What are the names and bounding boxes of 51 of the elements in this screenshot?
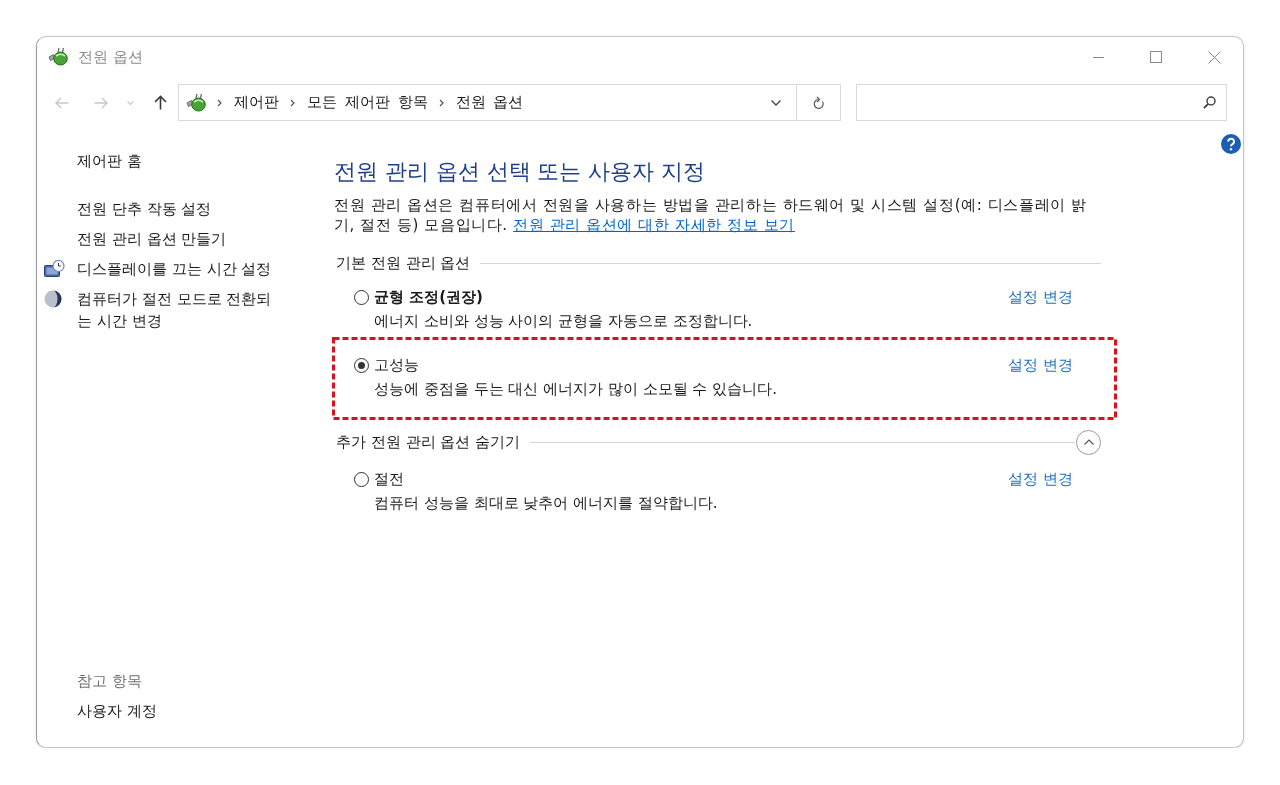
maximize-icon bbox=[1150, 51, 1162, 63]
change-settings-link[interactable]: 설정 변경 bbox=[1008, 287, 1073, 307]
plug-icon bbox=[48, 47, 68, 67]
sidebar-link[interactable]: 사용자 계정 bbox=[77, 700, 157, 722]
plan-name[interactable]: 고성능 bbox=[374, 355, 419, 375]
search-field[interactable] bbox=[856, 84, 1227, 121]
help-icon[interactable] bbox=[1221, 134, 1241, 154]
plan-description: 컴퓨터 성능을 최대로 낮추어 에너지를 절약합니다. bbox=[374, 493, 718, 513]
forward-arrow-icon bbox=[94, 96, 108, 109]
back-arrow-icon bbox=[55, 96, 69, 109]
chevron-right-icon bbox=[438, 98, 444, 107]
close-icon bbox=[1207, 50, 1221, 64]
window-title: 전원 옵션 bbox=[78, 47, 143, 67]
monitor-clock-icon bbox=[44, 260, 65, 278]
plan-description: 성능에 중점을 두는 대신 에너지가 많이 소모될 수 있습니다. bbox=[374, 379, 777, 399]
radio-button[interactable] bbox=[354, 357, 369, 373]
plan-description: 에너지 소비와 성능 사이의 균형을 자동으로 조정합니다. bbox=[374, 311, 753, 331]
sidebar-link[interactable]: 제어판 홈 bbox=[77, 150, 142, 172]
plan-name[interactable]: 균형 조정(권장) bbox=[374, 287, 483, 307]
info-link[interactable]: 전원 관리 옵션에 대한 자세한 정보 보기 bbox=[513, 216, 795, 234]
group-heading: 기본 전원 관리 옵션 bbox=[336, 253, 471, 273]
search-icon bbox=[1203, 96, 1216, 109]
up-arrow-icon bbox=[153, 95, 167, 110]
plug-icon bbox=[186, 92, 206, 113]
chevron-down-icon bbox=[771, 99, 781, 106]
minimize-icon bbox=[1092, 56, 1104, 58]
chevron-right-icon bbox=[217, 98, 222, 107]
radio-button[interactable] bbox=[354, 471, 369, 487]
collapse-button[interactable] bbox=[1076, 429, 1101, 455]
change-settings-link[interactable]: 설정 변경 bbox=[1008, 469, 1073, 489]
sidebar-link[interactable]: 전원 단추 작동 설정 bbox=[77, 198, 212, 220]
breadcrumb-item[interactable]: 제어판 bbox=[234, 93, 279, 112]
radio-button[interactable] bbox=[354, 289, 369, 305]
refresh-button[interactable] bbox=[797, 84, 841, 121]
moon-icon bbox=[44, 290, 62, 308]
chevron-right-icon bbox=[290, 98, 295, 107]
sidebar-link[interactable]: 컴퓨터가 절전 모드로 전환되는 시간 변경 bbox=[77, 288, 286, 332]
description-text: 전원 관리 옵션은 컴퓨터에서 전원을 사용하는 방법을 관리하는 하드웨어 및 시스템 설정(예: 디스플레이 밝기, 절전 등) 모음입니다. 전원 관리 옵션에 대한 자세한 정보 보기 bbox=[334, 195, 1088, 235]
group-heading[interactable]: 추가 전원 관리 옵션 숨기기 bbox=[336, 432, 521, 452]
address-bar[interactable]: 제어판 모든 제어판 항목 전원 옵션 bbox=[178, 84, 797, 121]
chevron-down-icon bbox=[126, 100, 134, 105]
change-settings-link[interactable]: 설정 변경 bbox=[1008, 355, 1073, 375]
sidebar-link[interactable]: 전원 관리 옵션 만들기 bbox=[77, 228, 227, 250]
sidebar-link[interactable]: 디스플레이를 끄는 시간 설정 bbox=[77, 258, 272, 280]
refresh-icon bbox=[812, 95, 825, 110]
breadcrumb-item[interactable]: 모든 제어판 항목 bbox=[307, 93, 428, 112]
chevron-up-icon bbox=[1083, 439, 1094, 445]
breadcrumb-item[interactable]: 전원 옵션 bbox=[455, 93, 524, 112]
plan-name[interactable]: 절전 bbox=[374, 469, 404, 489]
section-heading: 참고 항목 bbox=[77, 671, 142, 692]
page-title: 전원 관리 옵션 선택 또는 사용자 지정 bbox=[334, 158, 705, 186]
